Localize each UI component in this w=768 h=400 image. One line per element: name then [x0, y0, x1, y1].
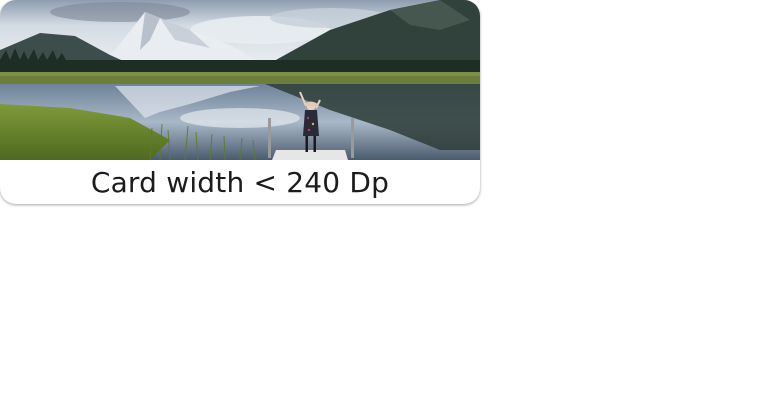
image-card[interactable]: Card width < 240 Dp: [0, 0, 480, 204]
card-photo: [0, 0, 480, 160]
card-caption: Card width < 240 Dp: [90, 165, 390, 199]
